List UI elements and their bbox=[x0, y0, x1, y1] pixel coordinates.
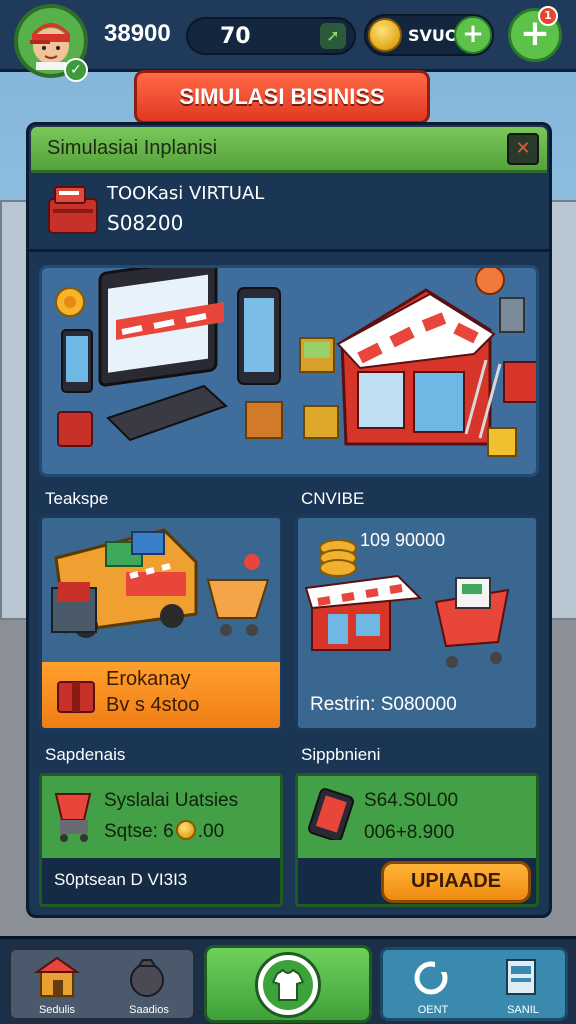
store-name: TOOKasi VIRTUAL bbox=[107, 183, 265, 204]
cart-icon bbox=[54, 793, 92, 842]
panel-header: Simulasiai Inplanisi ✕ bbox=[31, 127, 547, 173]
main-panel: Simulasiai Inplanisi ✕ TOOKasi VIRTUAL S… bbox=[26, 122, 552, 918]
delivery-card-line2: Bv s 4stoo bbox=[106, 694, 200, 716]
delivery-card-footer: Erokanay Bv s 4stoo bbox=[42, 662, 280, 728]
nav-group-left: Sedulis Saadios bbox=[8, 947, 196, 1021]
nav-label-right-b: SANIL bbox=[507, 1004, 539, 1016]
bottom-navigation: Sedulis Saadios OENT SANIL bbox=[0, 936, 576, 1024]
store-row[interactable]: TOOKasi VIRTUAL S08200 bbox=[39, 179, 545, 245]
nav-label-left-a: Sedulis bbox=[38, 1004, 76, 1016]
shop-card[interactable]: 109 90000 Restrin: S080000 bbox=[295, 515, 539, 731]
document-chart-icon bbox=[506, 959, 536, 995]
home-circle bbox=[255, 952, 321, 1018]
nav-stats-button[interactable]: SANIL bbox=[497, 956, 549, 1018]
coin-value: SVUO bbox=[408, 26, 459, 45]
home-inner bbox=[263, 960, 313, 1010]
nav-label-right-a: OENT bbox=[417, 1004, 449, 1016]
shop-card-price: 109 90000 bbox=[360, 530, 446, 550]
avatar-check-badge: ✓ bbox=[64, 58, 88, 82]
notification-badge: 1 bbox=[538, 6, 558, 26]
money-bag-icon bbox=[130, 959, 164, 997]
section-label-left: Teakspe bbox=[45, 489, 109, 508]
supplier-card-strip-text: S0ptsean D VI3I3 bbox=[54, 870, 188, 889]
delivery-card-line1: Erokanay bbox=[106, 668, 191, 690]
refresh-icon bbox=[414, 960, 448, 995]
supplier-card-strip: S0ptsean D VI3I3 bbox=[42, 858, 280, 904]
level-value: 70 bbox=[220, 24, 251, 49]
top-bar: ✓ 38900 70 ➚ SVUO + + 1 bbox=[0, 0, 576, 82]
equipment-card-line1: S64.S0L00 bbox=[364, 790, 459, 811]
supplier-card-line2: Sqtse: 6.00 bbox=[104, 820, 225, 842]
boost-icon[interactable]: ➚ bbox=[320, 23, 346, 49]
tablet-device-icon bbox=[308, 788, 354, 840]
money-counter: 38900 bbox=[104, 20, 171, 47]
small-coin-icon bbox=[175, 820, 196, 840]
panel-header-title: Simulasiai Inplanisi bbox=[47, 137, 218, 159]
divider bbox=[29, 249, 549, 252]
close-button[interactable]: ✕ bbox=[507, 133, 539, 165]
equipment-card-line2: 006+8.900 bbox=[364, 822, 455, 843]
store-value: S08200 bbox=[107, 211, 184, 235]
supplier-card[interactable]: Syslalai Uatsies Sqtse: 6.00 S0ptsean D … bbox=[39, 773, 283, 907]
add-coins-button[interactable]: + bbox=[454, 16, 492, 54]
background-building-right bbox=[550, 200, 576, 620]
title-banner: SIMULASI BISINISS bbox=[134, 70, 430, 124]
delivery-van-illustration bbox=[51, 528, 270, 638]
title-text: SIMULASI BISINISS bbox=[179, 84, 385, 109]
store-scene-illustration bbox=[55, 268, 536, 457]
section-label-bottom-left: Sapdenais bbox=[45, 745, 126, 764]
coin-counter: SVUO + bbox=[364, 14, 494, 56]
gift-box-icon bbox=[57, 681, 95, 713]
nav-label-left-b: Saadios bbox=[129, 1004, 169, 1016]
delivery-card[interactable]: Erokanay Bv s 4stoo bbox=[39, 515, 283, 731]
nav-sales-button[interactable]: Saadios bbox=[123, 956, 175, 1018]
upgrade-button[interactable]: UPIAADE bbox=[381, 861, 531, 903]
level-bar: 70 ➚ bbox=[186, 17, 356, 55]
cash-register-icon bbox=[48, 186, 98, 234]
shop-building-icon bbox=[33, 956, 81, 997]
nav-schedule-button[interactable]: Sedulis bbox=[33, 956, 81, 1018]
nav-refresh-button[interactable]: OENT bbox=[407, 956, 459, 1018]
coin-icon bbox=[368, 18, 402, 52]
shop-card-footer: Restrin: S080000 bbox=[310, 694, 457, 715]
business-illustration bbox=[39, 265, 539, 477]
nav-center-button[interactable] bbox=[204, 945, 372, 1023]
nav-group-right: OENT SANIL bbox=[380, 947, 568, 1021]
section-label-bottom-right: Sippbnieni bbox=[301, 745, 381, 764]
supplier-card-line1: Syslalai Uatsies bbox=[104, 790, 239, 811]
shirt-icon bbox=[271, 968, 305, 1001]
section-label-right: CNVIBE bbox=[301, 489, 365, 508]
